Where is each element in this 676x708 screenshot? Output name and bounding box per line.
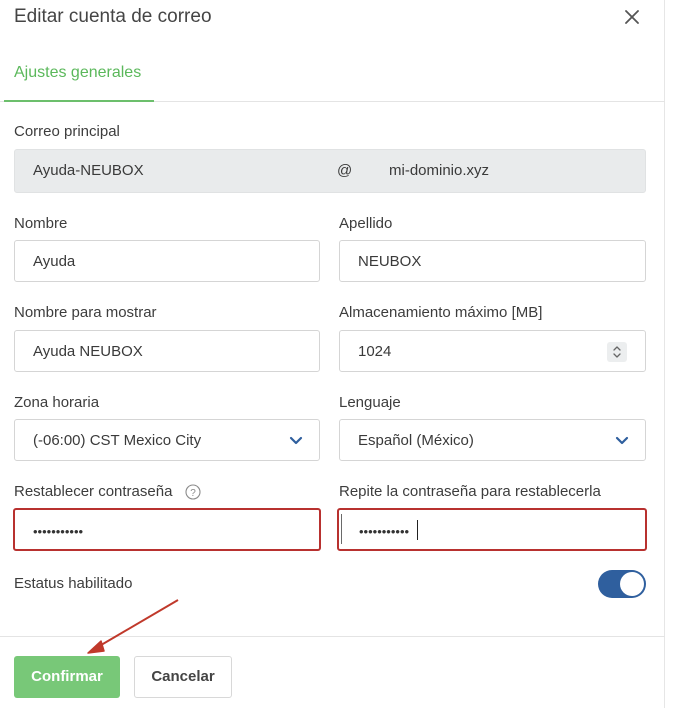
lenguaje-value: Español (México) (358, 432, 474, 449)
zona-horaria-select[interactable]: (-06:00) CST Mexico City (14, 419, 320, 461)
correo-principal-field: Ayuda-NEUBOX @ mi-dominio.xyz (14, 149, 646, 193)
nombre-label: Nombre (14, 215, 68, 232)
password-label: Restablecer contraseña (14, 483, 173, 500)
question-circle-icon[interactable]: ? (185, 484, 201, 500)
password-repeat-input[interactable]: ••••••••••• (337, 508, 647, 551)
number-stepper-icon[interactable] (607, 342, 627, 362)
nombre-mostrar-value: Ayuda NEUBOX (33, 343, 143, 360)
estatus-toggle[interactable] (598, 570, 646, 598)
zona-horaria-label: Zona horaria (14, 394, 100, 411)
almacenamiento-value: 1024 (358, 343, 392, 360)
apellido-value: NEUBOX (358, 253, 422, 270)
edit-email-dialog: Editar cuenta de correo Ajustes generale… (0, 0, 665, 708)
focus-indicator (341, 514, 342, 544)
password-repeat-label: Repite la contraseña para restablecerla (339, 483, 601, 500)
chevron-down-icon (615, 434, 629, 446)
lenguaje-select[interactable]: Español (México) (339, 419, 646, 461)
dialog-title: Editar cuenta de correo (14, 6, 212, 27)
zona-horaria-value: (-06:00) CST Mexico City (33, 432, 202, 449)
tab-ajustes-generales[interactable]: Ajustes generales (4, 56, 154, 102)
almacenamiento-input[interactable]: 1024 (339, 330, 646, 372)
password-value: ••••••••••• (33, 524, 84, 539)
nombre-input[interactable]: Ayuda (14, 240, 320, 282)
text-cursor (417, 520, 418, 540)
footer-divider (0, 636, 665, 637)
apellido-input[interactable]: NEUBOX (339, 240, 646, 282)
confirm-button[interactable]: Confirmar (14, 656, 120, 698)
toggle-knob (620, 572, 644, 596)
apellido-label: Apellido (339, 215, 393, 232)
close-icon[interactable] (622, 7, 642, 27)
password-input[interactable]: ••••••••••• (13, 508, 321, 551)
tab-label: Ajustes generales (14, 64, 142, 81)
correo-principal-label: Correo principal (14, 123, 120, 140)
email-user-value: Ayuda-NEUBOX (33, 162, 144, 179)
at-symbol: @ (337, 162, 353, 179)
password-repeat-value: ••••••••••• (359, 524, 410, 539)
email-domain-value: mi-dominio.xyz (389, 162, 490, 179)
estatus-label: Estatus habilitado (14, 575, 133, 592)
dialog-header: Editar cuenta de correo (0, 0, 665, 36)
nombre-mostrar-input[interactable]: Ayuda NEUBOX (14, 330, 320, 372)
lenguaje-label: Lenguaje (339, 394, 401, 411)
almacenamiento-label: Almacenamiento máximo [MB] (339, 304, 543, 321)
nombre-value: Ayuda (33, 253, 76, 270)
chevron-down-icon (289, 434, 303, 446)
svg-text:?: ? (190, 488, 196, 499)
cancel-button[interactable]: Cancelar (134, 656, 232, 698)
nombre-mostrar-label: Nombre para mostrar (14, 304, 157, 321)
tab-bar: Ajustes generales (0, 56, 665, 102)
